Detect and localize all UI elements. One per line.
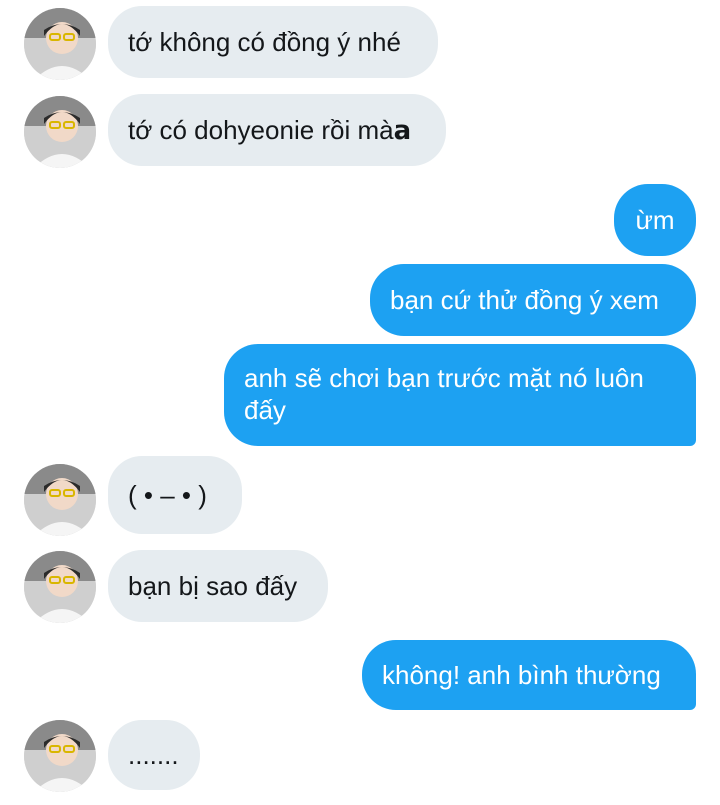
message-text: không! anh bình thường (382, 660, 661, 690)
message-text: anh sẽ chơi bạn trước mặt nó luôn đấy (244, 363, 644, 425)
message-bubble-incoming[interactable]: tớ có dohyeonie rồi mà𝗮 (108, 94, 446, 166)
avatar-photo-icon (24, 720, 96, 792)
message-bubble-incoming[interactable]: tớ không có đồng ý nhé (108, 6, 438, 78)
message-bubble-incoming[interactable]: bạn bị sao đấy (108, 550, 328, 622)
message-bubble-incoming[interactable]: ....... (108, 720, 200, 790)
avatar-photo-icon (24, 96, 96, 168)
message-bubble-outgoing[interactable]: bạn cứ thử đồng ý xem (370, 264, 696, 336)
message-bubble-outgoing[interactable]: không! anh bình thường (362, 640, 696, 710)
avatar[interactable] (24, 720, 96, 792)
avatar[interactable] (24, 8, 96, 80)
message-bubble-outgoing[interactable]: ừm (614, 184, 696, 256)
message-text: tớ có dohyeonie rồi mà𝗮 (128, 115, 412, 145)
avatar-photo-icon (24, 8, 96, 80)
message-text: ừm (635, 205, 675, 235)
message-bubble-outgoing[interactable]: anh sẽ chơi bạn trước mặt nó luôn đấy (224, 344, 696, 446)
avatar[interactable] (24, 96, 96, 168)
message-bubble-incoming[interactable]: ( • – • ) (108, 456, 242, 534)
message-text: ( • – • ) (128, 480, 207, 510)
message-text: bạn cứ thử đồng ý xem (390, 285, 659, 315)
avatar-photo-icon (24, 551, 96, 623)
chat-thread: tớ không có đồng ý nhé tớ có dohyeonie r… (0, 0, 720, 805)
avatar[interactable] (24, 551, 96, 623)
avatar[interactable] (24, 464, 96, 536)
message-text: tớ không có đồng ý nhé (128, 27, 401, 57)
message-text: ....... (128, 740, 179, 770)
avatar-photo-icon (24, 464, 96, 536)
message-text: bạn bị sao đấy (128, 571, 298, 601)
